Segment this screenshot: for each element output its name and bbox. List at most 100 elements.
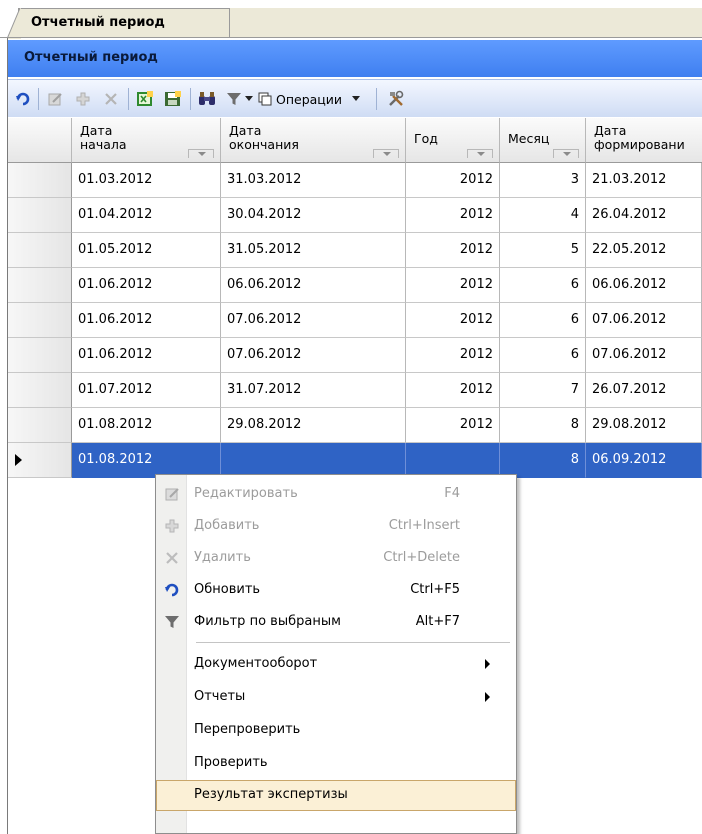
cell-created-date[interactable]: 26.07.2012 [586, 373, 702, 408]
menu-separator [196, 642, 510, 643]
cell-start-date[interactable]: 01.08.2012 [72, 443, 221, 478]
cell-month[interactable]: 6 [500, 268, 586, 303]
cell-start-date[interactable]: 01.06.2012 [72, 303, 221, 338]
cell-created-date[interactable]: 07.06.2012 [586, 303, 702, 338]
tools-button[interactable] [384, 88, 408, 110]
table-row[interactable]: 01.08.2012 8 06.09.2012 [8, 443, 702, 478]
cell-year[interactable]: 2012 [406, 163, 500, 198]
cell-start-date[interactable]: 01.04.2012 [72, 198, 221, 233]
column-header-start-date[interactable]: Дата начала [72, 118, 221, 163]
save-button[interactable] [162, 88, 184, 110]
cell-created-date[interactable]: 06.09.2012 [586, 443, 702, 478]
menu-item-label: Обновить [194, 582, 261, 597]
submenu-arrow-icon [485, 692, 490, 702]
menu-item-expertise-result[interactable]: Результат экспертизы [156, 780, 516, 811]
table-row[interactable]: 01.07.2012 31.07.2012 2012 7 26.07.2012 [8, 373, 702, 408]
table-row[interactable]: 01.04.2012 30.04.2012 2012 4 26.04.2012 [8, 198, 702, 233]
panel-header: Отчетный период [8, 40, 702, 77]
cell-month[interactable]: 3 [500, 163, 586, 198]
menu-item-recheck[interactable]: Перепроверить [156, 715, 516, 745]
table-row[interactable]: 01.08.2012 29.08.2012 2012 8 29.08.2012 [8, 408, 702, 443]
cell-year[interactable]: 2012 [406, 303, 500, 338]
cell-end-date[interactable]: 30.04.2012 [221, 198, 406, 233]
cell-created-date[interactable]: 07.06.2012 [586, 338, 702, 373]
cell-end-date[interactable]: 29.08.2012 [221, 408, 406, 443]
cell-month[interactable]: 6 [500, 338, 586, 373]
menu-item-delete[interactable]: Удалить Ctrl+Delete [156, 543, 516, 573]
table-row[interactable]: 01.06.2012 07.06.2012 2012 6 07.06.2012 [8, 338, 702, 373]
table-row[interactable]: 01.05.2012 31.05.2012 2012 5 22.05.2012 [8, 233, 702, 268]
cell-created-date[interactable]: 06.06.2012 [586, 268, 702, 303]
toolbar-separator [128, 88, 129, 110]
edit-button[interactable] [44, 88, 66, 110]
tab-reporting-period[interactable]: Отчетный период [7, 8, 230, 39]
table-row[interactable]: 01.03.2012 31.03.2012 2012 3 21.03.2012 [8, 163, 702, 198]
cell-end-date[interactable]: 31.07.2012 [221, 373, 406, 408]
row-indicator [8, 338, 72, 373]
cell-month[interactable]: 8 [500, 408, 586, 443]
column-filter-button[interactable] [188, 149, 214, 158]
menu-item-edit[interactable]: Редактировать F4 [156, 479, 516, 509]
cell-year[interactable] [406, 443, 500, 478]
cell-created-date[interactable]: 22.05.2012 [586, 233, 702, 268]
cell-end-date[interactable]: 06.06.2012 [221, 268, 406, 303]
cell-start-date[interactable]: 01.08.2012 [72, 408, 221, 443]
menu-item-add[interactable]: Добавить Ctrl+Insert [156, 511, 516, 541]
add-icon [165, 519, 179, 533]
cell-start-date[interactable]: 01.05.2012 [72, 233, 221, 268]
cell-month[interactable]: 8 [500, 443, 586, 478]
cell-start-date[interactable]: 01.03.2012 [72, 163, 221, 198]
column-filter-button[interactable] [373, 149, 399, 158]
row-indicator [8, 198, 72, 233]
cell-month[interactable]: 6 [500, 303, 586, 338]
operations-dropdown[interactable]: Операции [258, 88, 370, 110]
cell-month[interactable]: 5 [500, 233, 586, 268]
cell-month[interactable]: 4 [500, 198, 586, 233]
cell-year[interactable]: 2012 [406, 373, 500, 408]
column-header-end-date[interactable]: Дата окончания [221, 118, 406, 163]
cell-year[interactable]: 2012 [406, 268, 500, 303]
refresh-button[interactable] [12, 88, 34, 110]
add-button[interactable] [72, 88, 94, 110]
column-filter-button[interactable] [553, 149, 579, 158]
row-indicator [8, 268, 72, 303]
column-header-year[interactable]: Год [406, 118, 500, 163]
table-row[interactable]: 01.06.2012 07.06.2012 2012 6 07.06.2012 [8, 303, 702, 338]
cell-year[interactable]: 2012 [406, 408, 500, 443]
cell-start-date[interactable]: 01.06.2012 [72, 338, 221, 373]
cell-year[interactable]: 2012 [406, 338, 500, 373]
cell-start-date[interactable]: 01.07.2012 [72, 373, 221, 408]
filter-button[interactable] [222, 88, 256, 110]
cell-end-date[interactable]: 07.06.2012 [221, 338, 406, 373]
cell-start-date[interactable]: 01.06.2012 [72, 268, 221, 303]
menu-item-refresh[interactable]: Обновить Ctrl+F5 [156, 575, 516, 605]
cell-month[interactable]: 7 [500, 373, 586, 408]
cell-end-date[interactable]: 07.06.2012 [221, 303, 406, 338]
column-header-month[interactable]: Месяц [500, 118, 586, 163]
delete-button[interactable] [100, 88, 122, 110]
cell-year[interactable]: 2012 [406, 233, 500, 268]
cell-created-date[interactable]: 29.08.2012 [586, 408, 702, 443]
menu-item-filter-selected[interactable]: Фильтр по выбраным Alt+F7 [156, 607, 516, 637]
cell-created-date[interactable]: 26.04.2012 [586, 198, 702, 233]
column-header-line2: окончания [229, 137, 299, 152]
table-row[interactable]: 01.06.2012 06.06.2012 2012 6 06.06.2012 [8, 268, 702, 303]
cell-end-date[interactable]: 31.03.2012 [221, 163, 406, 198]
cell-end-date[interactable]: 31.05.2012 [221, 233, 406, 268]
delete-icon [166, 552, 178, 564]
menu-item-reports[interactable]: Отчеты [156, 682, 516, 712]
find-button[interactable] [196, 88, 218, 110]
menu-item-document-flow[interactable]: Документооборот [156, 649, 516, 679]
filter-icon [165, 616, 179, 628]
menu-item-check[interactable]: Проверить [156, 748, 516, 778]
cell-year[interactable]: 2012 [406, 198, 500, 233]
filter-icon [226, 93, 241, 105]
column-header-created-date[interactable]: Дата формировани [586, 118, 702, 163]
excel-button[interactable] [134, 88, 156, 110]
cell-created-date[interactable]: 21.03.2012 [586, 163, 702, 198]
column-header-line2: начала [80, 137, 127, 152]
cell-end-date[interactable] [221, 443, 406, 478]
current-row-pointer-icon [15, 454, 22, 466]
panel-title: Отчетный период [24, 50, 158, 65]
column-filter-button[interactable] [467, 149, 493, 158]
